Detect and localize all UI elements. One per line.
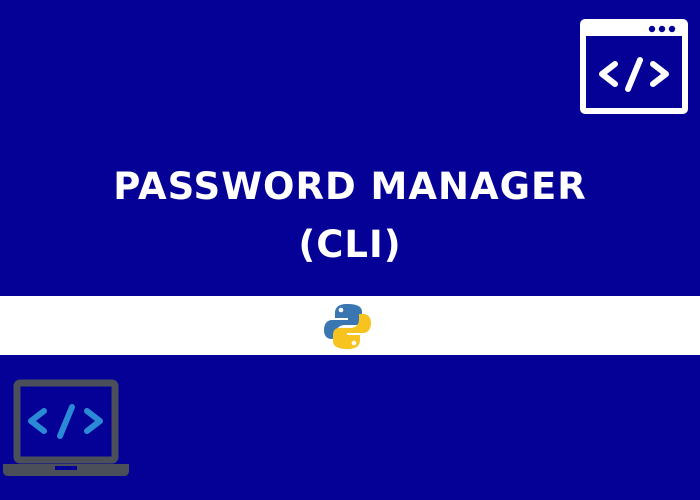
python-logo-icon [324, 304, 371, 349]
cover-canvas: PASSWORD MANAGER (CLI) [0, 0, 700, 500]
title-line-1: PASSWORD MANAGER [113, 165, 587, 208]
laptop-code-icon [3, 379, 129, 476]
page-title: PASSWORD MANAGER (CLI) [0, 158, 700, 274]
title-line-2: (CLI) [298, 223, 402, 266]
code-window-icon [580, 19, 688, 114]
